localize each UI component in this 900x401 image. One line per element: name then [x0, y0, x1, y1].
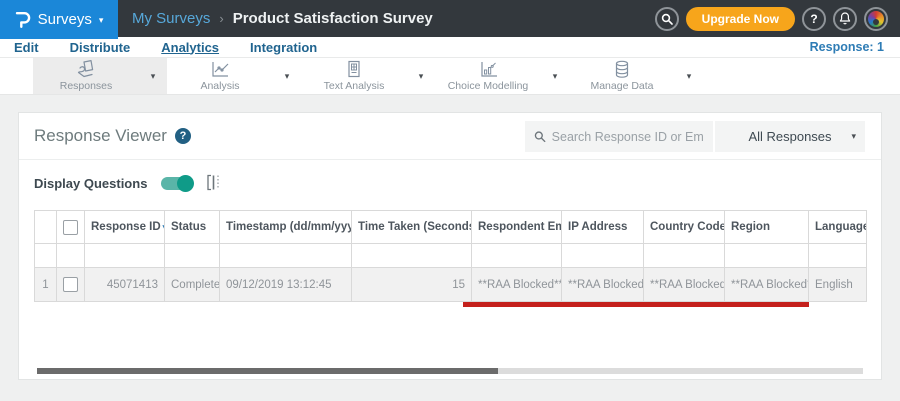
toolbar-responses-main[interactable]: Responses [33, 58, 139, 94]
breadcrumb-current-survey: Product Satisfaction Survey [232, 10, 433, 27]
toolbar-item-text-analysis[interactable]: Text Analysis ▾ [301, 58, 435, 94]
response-viewer-header: Response Viewer ? All Responses ▾ [19, 113, 881, 160]
survey-nav: Edit Distribute Analytics Integration Re… [0, 37, 900, 58]
col-header-respondent-email[interactable]: Respondent Email [471, 210, 562, 244]
questionpro-logo-icon [15, 11, 30, 28]
col-header-country-code[interactable]: Country Code [643, 210, 725, 244]
help-button[interactable]: ? [802, 6, 826, 31]
responses-table: Response ID▾ Status Timestamp (dd/mm/yyy… [34, 210, 867, 302]
search-icon [661, 13, 673, 25]
viewer-help-icon[interactable]: ? [174, 128, 191, 144]
response-viewer-card: Response Viewer ? All Responses ▾ Displa… [18, 112, 882, 380]
pin-columns-icon[interactable] [206, 174, 221, 192]
toolbar-item-analysis[interactable]: Analysis ▾ [167, 58, 301, 94]
avatar-gauge-icon [868, 10, 884, 27]
nav-tab-analytics[interactable]: Analytics [161, 40, 219, 55]
page-title-text: Response Viewer [34, 126, 167, 145]
language-cell: English [808, 267, 867, 302]
text-analysis-icon [343, 60, 365, 79]
status-cell: Completed [164, 267, 220, 302]
toolbar-manage-data-main[interactable]: Manage Data [569, 58, 675, 94]
select-all-checkbox[interactable] [63, 219, 78, 235]
text-analysis-dropdown-caret[interactable]: ▾ [407, 58, 435, 94]
response-id-cell[interactable]: 45071413 [84, 267, 165, 302]
table-controls: Display Questions [34, 174, 221, 192]
region-cell: **RAA Blocked** [724, 267, 809, 302]
notifications-button[interactable] [833, 6, 857, 31]
choice-modelling-dropdown-caret[interactable]: ▾ [541, 58, 569, 94]
time-taken-cell: 15 [351, 267, 472, 302]
col-header-timestamp[interactable]: Timestamp (dd/mm/yyyy)⇅ [219, 210, 352, 244]
response-count-label: Response: 1 [809, 40, 884, 54]
horizontal-scrollbar[interactable] [37, 368, 863, 374]
table-header-row: Response ID▾ Status Timestamp (dd/mm/yyy… [34, 210, 867, 244]
response-search [525, 121, 713, 152]
product-name: Surveys [37, 11, 92, 28]
country-code-cell: **RAA Blocked** [643, 267, 725, 302]
ip-address-cell: **RAA Blocked** [561, 267, 644, 302]
col-header-time-taken[interactable]: Time Taken (Seconds)⇅ [351, 210, 472, 244]
breadcrumb-separator-icon: › [219, 11, 224, 26]
toolbar-item-manage-data[interactable]: Manage Data ▾ [569, 58, 703, 94]
responses-icon [75, 60, 97, 79]
manage-data-icon [611, 60, 633, 79]
row-number-header [34, 210, 57, 244]
nav-tab-integration[interactable]: Integration [250, 40, 317, 55]
manage-data-dropdown-caret[interactable]: ▾ [675, 58, 703, 94]
col-header-ip-address[interactable]: IP Address [561, 210, 644, 244]
search-input[interactable] [551, 129, 704, 144]
col-header-region[interactable]: Region [724, 210, 809, 244]
app-logo-surveys-menu[interactable]: Surveys ▾ [0, 0, 118, 39]
filter-row [34, 243, 867, 268]
top-bar: Surveys ▾ My Surveys › Product Satisfact… [0, 0, 900, 39]
breadcrumb: My Surveys › Product Satisfaction Survey [132, 10, 433, 27]
responses-dropdown-caret[interactable]: ▾ [139, 58, 167, 94]
upgrade-now-button[interactable]: Upgrade Now [685, 6, 795, 31]
col-header-language[interactable]: Language [808, 210, 867, 244]
nav-tab-distribute[interactable]: Distribute [70, 40, 131, 55]
display-questions-label: Display Questions [34, 175, 148, 191]
row-number-cell: 1 [34, 267, 57, 302]
timestamp-cell: 09/12/2019 13:12:45 [219, 267, 352, 302]
breadcrumb-my-surveys[interactable]: My Surveys [132, 10, 210, 27]
respondent-email-cell: **RAA Blocked** [471, 267, 562, 302]
account-avatar[interactable] [864, 6, 888, 31]
question-mark-icon: ? [810, 11, 818, 26]
topbar-actions: Upgrade Now ? [654, 6, 900, 31]
toolbar-text-analysis-main[interactable]: Text Analysis [301, 58, 407, 94]
page-title: Response Viewer ? [34, 126, 191, 146]
table-row: 1 45071413 Completed 09/12/2019 13:12:45… [34, 267, 867, 302]
select-all-header [56, 210, 85, 244]
row-checkbox[interactable] [63, 277, 78, 292]
analysis-icon [209, 60, 231, 79]
display-questions-toggle[interactable] [161, 174, 195, 192]
analytics-toolbar: Responses ▾ Analysis ▾ Text Analysis ▾ C… [0, 58, 900, 95]
responses-filter-value: All Responses [748, 129, 832, 144]
toolbar-item-choice-modelling[interactable]: Choice Modelling ▾ [435, 58, 569, 94]
scrollbar-thumb[interactable] [37, 368, 498, 374]
toggle-knob [177, 174, 195, 192]
chevron-down-icon: ▾ [851, 131, 856, 141]
toolbar-item-responses[interactable]: Responses ▾ [33, 58, 167, 94]
bell-icon [839, 12, 851, 25]
toolbar-choice-modelling-main[interactable]: Choice Modelling [435, 58, 541, 94]
row-select-cell [56, 267, 85, 302]
choice-modelling-icon [477, 60, 499, 79]
col-header-response-id[interactable]: Response ID▾ [84, 210, 165, 244]
annotation-red-underline [463, 302, 809, 307]
col-header-status[interactable]: Status [164, 210, 220, 244]
responses-filter-dropdown[interactable]: All Responses ▾ [715, 121, 865, 152]
search-icon [534, 131, 546, 143]
search-button[interactable] [654, 6, 679, 31]
nav-tab-edit[interactable]: Edit [14, 40, 39, 55]
analysis-dropdown-caret[interactable]: ▾ [273, 58, 301, 94]
chevron-down-icon: ▾ [98, 15, 104, 25]
toolbar-analysis-main[interactable]: Analysis [167, 58, 273, 94]
